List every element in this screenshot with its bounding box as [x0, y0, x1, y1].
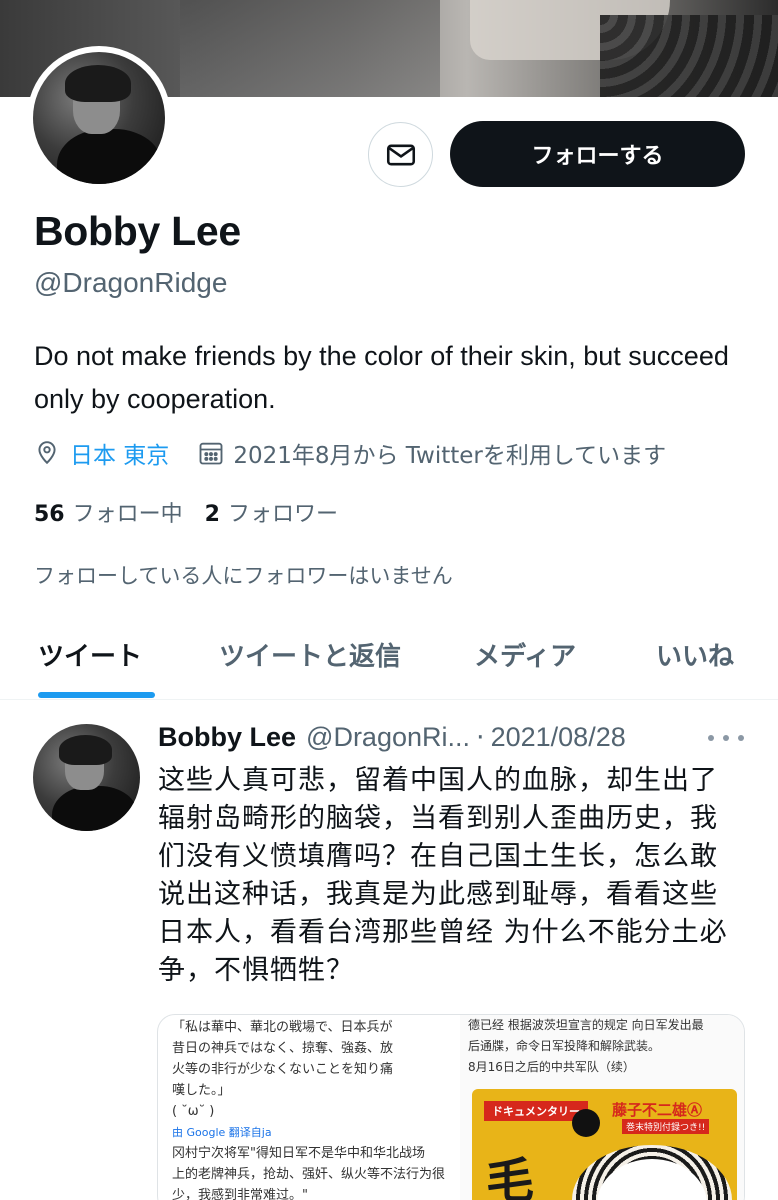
location-pin-icon [34, 439, 60, 467]
following-label: フォロー中 [72, 502, 183, 527]
poster-subtitle: 巻末特別付録つき!! [622, 1119, 710, 1134]
tweet-avatar[interactable] [33, 724, 140, 831]
tab-media[interactable]: メディア [474, 636, 576, 673]
media-text-line: 「私は華中、華北の戦場で、日本兵が [172, 1020, 393, 1035]
tab-tweets-replies[interactable]: ツイートと返信 [219, 636, 401, 673]
followers-you-know-note: フォローしている人にフォロワーはいません [34, 564, 453, 588]
media-image-right: 德已经 根据波茨坦宣言的规定 向日军发出最 后通牒，命令日军投降和解除武装。 8… [460, 1015, 744, 1200]
more-options-icon[interactable] [708, 728, 744, 748]
media-text-line: 上的老牌神兵，抢劫、强奸、纵火等不法行为很 [172, 1167, 446, 1182]
media-text-line: 冈村宁次将军"得知日军不是华中和华北战场 [172, 1146, 425, 1161]
profile-handle: @DragonRidge [34, 267, 228, 298]
following-count: 56 [34, 502, 65, 527]
tab-likes[interactable]: いいね [656, 636, 734, 673]
profile-tabs: ツイート ツイートと返信 メディア いいね [0, 620, 778, 700]
media-text-line: 昔日の神兵ではなく、掠奪、強姦、放 [172, 1041, 394, 1056]
google-translate-label: 由 Google 翻译自ja [172, 1126, 272, 1139]
media-text-line: 少，我感到非常难过。" [172, 1188, 308, 1200]
tab-tweets[interactable]: ツイート [38, 636, 142, 673]
envelope-icon [386, 144, 415, 165]
book-cover-image: ドキュメンタリー 藤子不二雄Ⓐ 巻末特別付録つき!! 毛 [472, 1089, 737, 1200]
following-link[interactable]: 56 フォロー中 [34, 496, 205, 528]
tweet-author-name[interactable]: Bobby Lee [158, 722, 296, 753]
media-text-line: 嘆した。」 [172, 1083, 231, 1098]
tweet-text: 这些人真可悲，留着中国人的血脉，却生出了辐射岛畸形的脑袋，当看到别人歪曲历史，我… [158, 765, 728, 986]
media-image-left: 「私は華中、華北の戦場で、日本兵が 昔日の神兵ではなく、掠奪、強姦、放 火等の非… [164, 1015, 454, 1200]
tweet-separator: · [476, 722, 485, 753]
tweet-header: Bobby Lee @DragonRi... · 2021/08/28 [158, 722, 626, 753]
joined-date: 2021年8月から Twitterを利用しています [233, 443, 667, 469]
poster-author: 藤子不二雄Ⓐ [612, 1101, 703, 1119]
media-text-line: 火等の非行が少なくないことを知り痛 [172, 1062, 394, 1077]
followers-label: フォロワー [227, 502, 338, 527]
message-button[interactable] [368, 122, 433, 187]
media-text-line: 8月16日之后的中共军队（续） [468, 1060, 635, 1074]
profile-avatar[interactable] [27, 46, 171, 190]
follow-button[interactable]: フォローする [450, 121, 745, 187]
location-link[interactable]: 日本 東京 [70, 436, 169, 470]
poster-face [572, 1109, 600, 1137]
profile-meta: 日本 東京 2021年8月から Twitterを利用しています [34, 435, 666, 471]
media-text-line: ( ˘ω˘ ) [172, 1104, 215, 1119]
followers-count: 2 [204, 502, 220, 527]
followers-link[interactable]: 2 フォロワー [205, 496, 360, 528]
media-text-line: 后通牒，命令日军投降和解除武装。 [468, 1039, 661, 1053]
poster-title: 毛 [486, 1153, 535, 1200]
follow-counts: 56 フォロー中 2 フォロワー [34, 496, 360, 528]
media-text-line: 德已经 根据波茨坦宣言的规定 向日军发出最 [468, 1018, 704, 1032]
tweet-media[interactable]: 「私は華中、華北の戦場で、日本兵が 昔日の神兵ではなく、掠奪、強姦、放 火等の非… [157, 1014, 745, 1200]
active-tab-indicator [38, 692, 155, 698]
tweet-date[interactable]: 2021/08/28 [491, 722, 626, 753]
profile-name: Bobby Lee [34, 208, 241, 254]
calendar-icon [197, 439, 225, 467]
profile-bio: Do not make friends by the color of thei… [34, 341, 729, 414]
tweet-author-handle[interactable]: @DragonRi... [306, 722, 470, 753]
